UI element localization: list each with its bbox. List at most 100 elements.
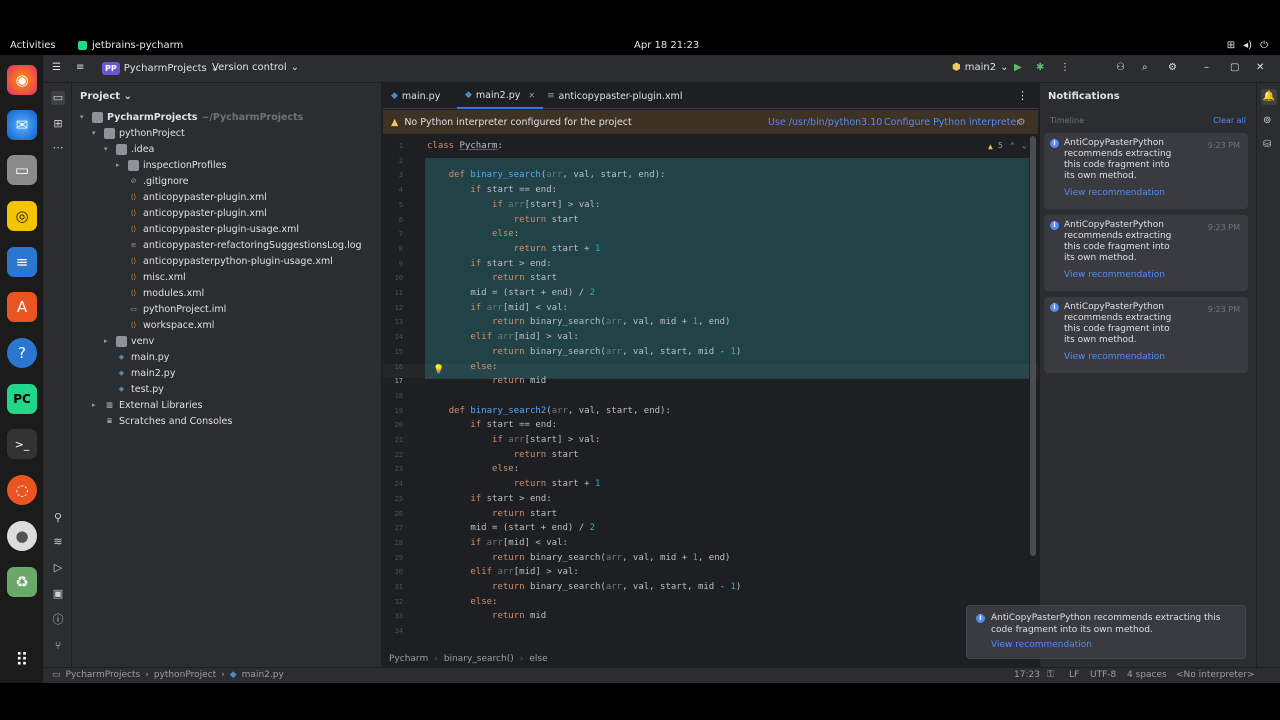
- terminal-icon[interactable]: >_: [7, 429, 37, 459]
- minimize-icon[interactable]: –: [1204, 62, 1209, 73]
- vertical-scrollbar[interactable]: [1030, 136, 1036, 556]
- tree-item[interactable]: ▾ .idea: [104, 141, 154, 157]
- code-view[interactable]: 💡 ▲ 5 ⌃ ⌄ 1 class Pycharm: 2 3 def binary_s…: [383, 136, 1038, 653]
- tree-item[interactable]: ⟨⟩ modules.xml: [116, 285, 204, 301]
- next-highlight-icon[interactable]: ⌄: [1022, 141, 1027, 150]
- tree-item[interactable]: ◆ main.py: [104, 349, 170, 365]
- expand-arrow-icon[interactable]: ▸: [116, 161, 124, 169]
- app-menu[interactable]: jetbrains-pycharm: [78, 40, 183, 51]
- tab-main2-py[interactable]: ◆ main2.py ✕: [457, 83, 544, 109]
- tree-item[interactable]: ≡ anticopypaster-refactoringSuggestionsLo…: [116, 237, 362, 253]
- disc-icon[interactable]: ●: [7, 521, 37, 551]
- writer-icon[interactable]: ≡: [7, 247, 37, 277]
- ubuntu-icon[interactable]: ◌: [7, 475, 37, 505]
- python-packages-icon[interactable]: ⚲: [51, 511, 65, 525]
- tree-item[interactable]: ◆ main2.py: [104, 365, 176, 381]
- database-icon[interactable]: ⛁: [1263, 139, 1271, 150]
- rhythmbox-icon[interactable]: ◎: [7, 201, 37, 231]
- project-tool-icon[interactable]: ▭: [51, 91, 65, 105]
- tree-item[interactable]: ▸ ▥ External Libraries: [92, 397, 202, 413]
- view-recommendation-link[interactable]: View recommendation: [1064, 270, 1242, 281]
- tree-item[interactable]: ⟨⟩ anticopypaster-plugin.xml: [116, 189, 267, 205]
- hamburger-icon[interactable]: ≡: [76, 62, 84, 73]
- problems-icon[interactable]: ⓘ: [51, 613, 65, 627]
- tree-item[interactable]: ⟨⟩ misc.xml: [116, 269, 186, 285]
- project-panel-header[interactable]: Project ⌄: [72, 83, 381, 109]
- tree-item[interactable]: ⟨⟩ anticopypasterpython-plugin-usage.xml: [116, 253, 333, 269]
- line-separator[interactable]: LF: [1069, 670, 1079, 680]
- view-recommendation-link[interactable]: View recommendation: [1064, 188, 1242, 199]
- expand-arrow-icon[interactable]: ▾: [104, 145, 112, 153]
- tree-item[interactable]: ▸ inspectionProfiles: [116, 157, 226, 173]
- services-icon[interactable]: ▷: [51, 561, 65, 575]
- structure-tool-icon[interactable]: ⊞: [51, 117, 65, 131]
- breadcrumb-item[interactable]: Pycharm: [389, 654, 428, 666]
- tree-item[interactable]: ▾ pythonProject: [92, 125, 185, 141]
- tree-item[interactable]: ⟨⟩ workspace.xml: [116, 317, 215, 333]
- nav-path-item[interactable]: PycharmProjects: [66, 670, 141, 680]
- close-tab-icon[interactable]: ✕: [528, 91, 535, 100]
- run-config-selector[interactable]: ⬢ main2 ⌄: [952, 62, 1008, 73]
- pycharm-icon[interactable]: PC: [7, 384, 37, 414]
- ai-assistant-icon[interactable]: ⊚: [1263, 115, 1271, 126]
- expand-arrow-icon[interactable]: ▸: [104, 337, 112, 345]
- search-icon[interactable]: ⌕: [1142, 62, 1148, 73]
- expand-arrow-icon[interactable]: ▾: [92, 129, 100, 137]
- toast-view-recommendation-link[interactable]: View recommendation: [991, 639, 1237, 651]
- use-python310-link[interactable]: Use /usr/bin/python3.10: [768, 117, 882, 128]
- nav-path-item[interactable]: main2.py: [242, 670, 284, 680]
- clock[interactable]: Apr 18 21:23: [634, 40, 699, 51]
- run-icon[interactable]: ▶: [1014, 62, 1022, 73]
- breadcrumb-item[interactable]: else: [529, 654, 547, 666]
- interpreter-selector[interactable]: <No interpreter>: [1176, 670, 1255, 680]
- layers-icon[interactable]: ≋: [51, 535, 65, 549]
- more-actions-icon[interactable]: ⋮: [1060, 62, 1070, 73]
- main-menu-icon[interactable]: ☰: [52, 62, 61, 73]
- clear-all-link[interactable]: Clear all: [1213, 116, 1246, 125]
- tab-anticopypaster-xml[interactable]: ≡ anticopypaster-plugin.xml: [539, 83, 690, 109]
- tree-item[interactable]: ◆ test.py: [104, 381, 164, 397]
- readonly-lock-icon[interactable]: ⚿: [1047, 670, 1054, 680]
- settings-gear-icon[interactable]: ⚙: [1168, 62, 1177, 73]
- add-user-icon[interactable]: ⚇: [1116, 62, 1125, 73]
- tree-item[interactable]: ⟨⟩ anticopypaster-plugin.xml: [116, 205, 267, 221]
- vcs-menu[interactable]: Version control ⌄: [212, 62, 299, 73]
- show-apps-icon[interactable]: ⠿: [7, 645, 37, 675]
- indent-setting[interactable]: 4 spaces: [1127, 670, 1167, 680]
- prev-highlight-icon[interactable]: ⌃: [1010, 141, 1015, 150]
- gear-icon[interactable]: ⚙: [1017, 117, 1026, 128]
- tab-options-icon[interactable]: ⋮: [1017, 89, 1028, 102]
- help-icon[interactable]: ?: [7, 338, 37, 368]
- thunderbird-icon[interactable]: ✉: [7, 110, 37, 140]
- tree-item[interactable]: ⟨⟩ anticopypaster-plugin-usage.xml: [116, 221, 299, 237]
- trash-icon[interactable]: ♻: [7, 567, 37, 597]
- system-tray[interactable]: ⊞ ◂) ⏻: [1227, 40, 1268, 51]
- debug-icon[interactable]: ✱: [1036, 62, 1044, 73]
- tree-item[interactable]: ▭ pythonProject.iml: [116, 301, 226, 317]
- files-icon[interactable]: ▭: [7, 155, 37, 185]
- activities-button[interactable]: Activities: [10, 40, 56, 51]
- nav-path-item[interactable]: pythonProject: [154, 670, 216, 680]
- more-tools-icon[interactable]: ⋯: [51, 141, 65, 155]
- firefox-icon[interactable]: ◉: [7, 65, 37, 95]
- software-center-icon[interactable]: A: [7, 292, 37, 322]
- close-icon[interactable]: ✕: [1256, 62, 1264, 73]
- terminal-tool-icon[interactable]: ▣: [51, 587, 65, 601]
- git-icon[interactable]: ⑂: [51, 639, 65, 653]
- project-switcher[interactable]: PP PycharmProjects ⌄: [102, 62, 219, 75]
- breadcrumb-item[interactable]: binary_search(): [444, 654, 514, 666]
- inspection-warning-icon[interactable]: ▲: [988, 142, 993, 151]
- tree-item[interactable]: ⊘ .gitignore: [116, 173, 189, 189]
- expand-arrow-icon[interactable]: ▾: [80, 113, 88, 121]
- tree-item[interactable]: ▸ venv: [104, 333, 154, 349]
- maximize-icon[interactable]: ▢: [1230, 62, 1239, 73]
- tab-main-py[interactable]: ◆ main.py: [383, 83, 448, 109]
- tree-item[interactable]: ≣ Scratches and Consoles: [92, 413, 233, 429]
- notifications-bell-icon[interactable]: 🔔: [1261, 89, 1277, 105]
- expand-arrow-icon[interactable]: ▸: [92, 401, 100, 409]
- tree-item[interactable]: ▾ PycharmProjects ~/PycharmProjects: [80, 109, 303, 125]
- file-encoding[interactable]: UTF-8: [1090, 670, 1116, 680]
- view-recommendation-link[interactable]: View recommendation: [1064, 352, 1242, 363]
- configure-interpreter-link[interactable]: Configure Python interpreter: [884, 117, 1020, 128]
- caret-position[interactable]: 17:23: [1014, 670, 1040, 680]
